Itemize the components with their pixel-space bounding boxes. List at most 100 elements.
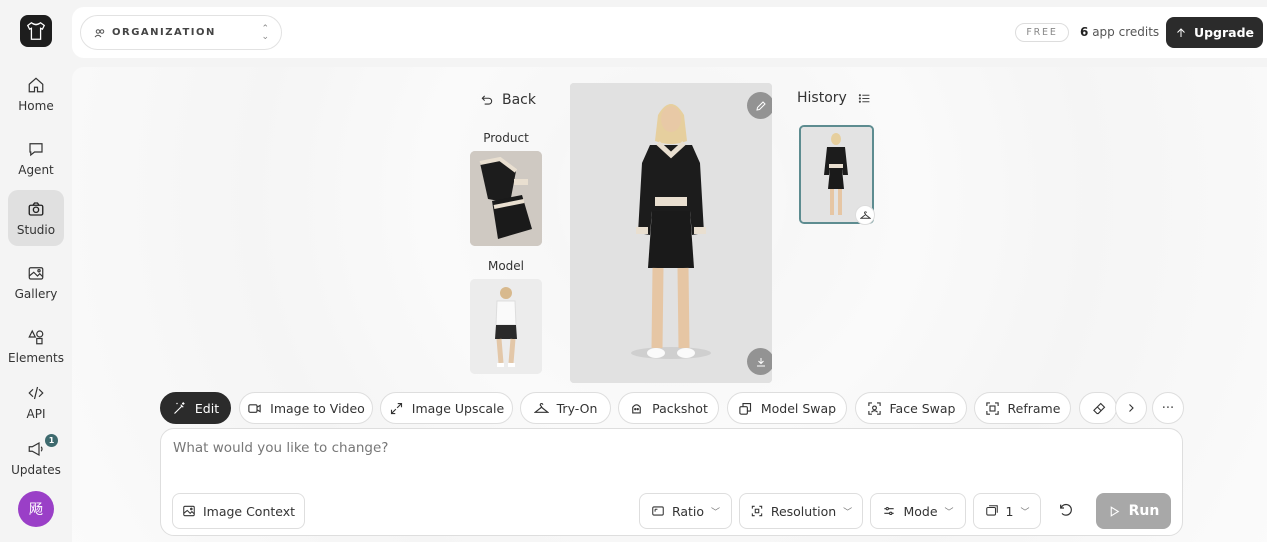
product-label: Product	[483, 131, 529, 145]
organization-label: ORGANIZATION	[112, 27, 216, 38]
tool-image-upscale[interactable]: Image Upscale	[380, 392, 513, 424]
tool-packshot[interactable]: Packshot	[618, 392, 719, 424]
resolution-icon	[751, 505, 763, 517]
download-icon	[756, 357, 765, 366]
elements-icon	[28, 329, 44, 344]
sidebar-item-label: Home	[18, 98, 54, 113]
tool-label: Packshot	[652, 400, 708, 416]
tool-reframe[interactable]: Reframe	[974, 392, 1071, 424]
mode-dropdown[interactable]: Mode ﹀	[870, 493, 966, 529]
shirt-logo-icon	[26, 21, 46, 40]
tool-label: Image Upscale	[411, 400, 505, 416]
images-icon	[985, 505, 998, 516]
video-icon	[248, 403, 261, 413]
back-button[interactable]: Back	[480, 92, 536, 108]
more-options-button[interactable]: ···	[1152, 392, 1184, 424]
megaphone-icon	[28, 441, 43, 456]
plan-badge: FREE	[1015, 23, 1069, 42]
resolution-dropdown[interactable]: Resolution ﹀	[739, 493, 863, 529]
credits-label: app credits	[1092, 25, 1160, 39]
organization-selector[interactable]: ORGANIZATION ⌃ ⌄	[80, 15, 282, 50]
chevron-down-icon: ﹀	[944, 507, 954, 518]
model-image[interactable]	[470, 279, 542, 374]
image-count-dropdown[interactable]: 1 ﹀	[973, 493, 1041, 529]
tool-face-swap[interactable]: Face Swap	[855, 392, 967, 424]
tool-eraser[interactable]	[1079, 392, 1117, 424]
more-horizontal-icon: ···	[1161, 400, 1175, 416]
tool-label: Model Swap	[760, 400, 837, 416]
resolution-label: Resolution	[770, 503, 837, 519]
tool-label: Image to Video	[270, 400, 365, 416]
ratio-label: Ratio	[671, 503, 705, 519]
avatar[interactable]: 飏	[18, 491, 54, 527]
prompt-input[interactable]	[173, 440, 973, 456]
try-on-badge	[855, 205, 875, 225]
run-label: Run	[1128, 503, 1160, 519]
scroll-tools-right-button[interactable]	[1115, 392, 1147, 424]
credits-display: 6 app credits	[1080, 25, 1159, 39]
tool-label: Try-On	[556, 400, 598, 416]
mode-label: Mode	[903, 503, 938, 519]
reframe-icon	[985, 401, 999, 415]
rotate-ccw-icon	[1060, 503, 1072, 516]
chevron-right-icon	[1129, 404, 1134, 412]
product-image[interactable]	[470, 151, 542, 246]
updates-count-badge: 1	[45, 434, 58, 447]
reset-button[interactable]	[1058, 502, 1074, 522]
swap-icon	[739, 402, 751, 415]
download-image-button[interactable]	[747, 348, 772, 375]
model-thumbnail	[470, 279, 542, 374]
sidebar-item-updates[interactable]: Updates 1	[8, 430, 64, 486]
upgrade-button[interactable]: Upgrade	[1166, 17, 1263, 48]
back-label: Back	[502, 92, 536, 108]
sidebar-item-label: Elements	[8, 350, 64, 365]
model-photo	[570, 83, 772, 383]
tool-image-to-video[interactable]: Image to Video	[239, 392, 373, 424]
sidebar-item-label: Agent	[18, 162, 54, 177]
sidebar-item-api[interactable]: API	[8, 374, 64, 430]
hanger-icon	[859, 210, 871, 219]
sidebar-item-studio[interactable]: Studio	[8, 190, 64, 246]
tool-try-on[interactable]: Try-On	[520, 392, 611, 424]
run-button[interactable]: Run	[1096, 493, 1171, 529]
sidebar-item-gallery[interactable]: Gallery	[8, 254, 64, 310]
ratio-dropdown[interactable]: Ratio ﹀	[639, 493, 732, 529]
code-icon	[28, 386, 44, 399]
sidebar-item-home[interactable]: Home	[8, 66, 64, 122]
studio-panel: Back Product Model History Edit Image to…	[72, 67, 1267, 542]
home-icon	[28, 76, 44, 92]
chevron-down-icon: ﹀	[1020, 507, 1030, 518]
tool-edit[interactable]: Edit	[160, 392, 231, 424]
sidebar-item-label: Studio	[16, 222, 56, 237]
sidebar-item-elements[interactable]: Elements	[8, 318, 64, 374]
aspect-ratio-icon	[652, 506, 664, 516]
face-scan-icon	[867, 401, 881, 415]
image-context-button[interactable]: Image Context	[172, 493, 305, 529]
image-context-label: Image Context	[202, 503, 296, 519]
sidebar: Home Agent Studio Gallery Elements API U…	[0, 0, 72, 542]
product-thumbnail	[470, 151, 542, 246]
sidebar-item-label: API	[26, 406, 46, 421]
generated-image[interactable]	[570, 83, 772, 383]
pencil-icon	[755, 100, 766, 111]
upgrade-label: Upgrade	[1193, 25, 1255, 40]
tool-label: Face Swap	[889, 400, 956, 416]
model-label: Model	[487, 259, 525, 273]
tool-model-swap[interactable]: Model Swap	[727, 392, 847, 424]
chevron-up-down-icon: ⌃ ⌄	[261, 24, 269, 42]
users-icon	[94, 28, 105, 37]
tool-label: Edit	[194, 400, 220, 416]
play-icon	[1110, 505, 1119, 517]
chevron-down-icon: ﹀	[711, 507, 721, 518]
camera-icon	[28, 201, 44, 216]
magic-wand-icon	[173, 401, 185, 414]
app-logo[interactable]	[20, 15, 52, 47]
list-icon[interactable]	[858, 92, 871, 105]
prompt-box: Image Context Ratio ﹀ Resolution ﹀ Mode …	[160, 428, 1183, 536]
sidebar-item-agent[interactable]: Agent	[8, 130, 64, 186]
credits-count: 6	[1080, 25, 1089, 39]
chat-icon	[29, 142, 43, 156]
sliders-icon	[884, 506, 895, 516]
edit-image-button[interactable]	[747, 92, 772, 119]
hanger-icon	[533, 402, 549, 413]
